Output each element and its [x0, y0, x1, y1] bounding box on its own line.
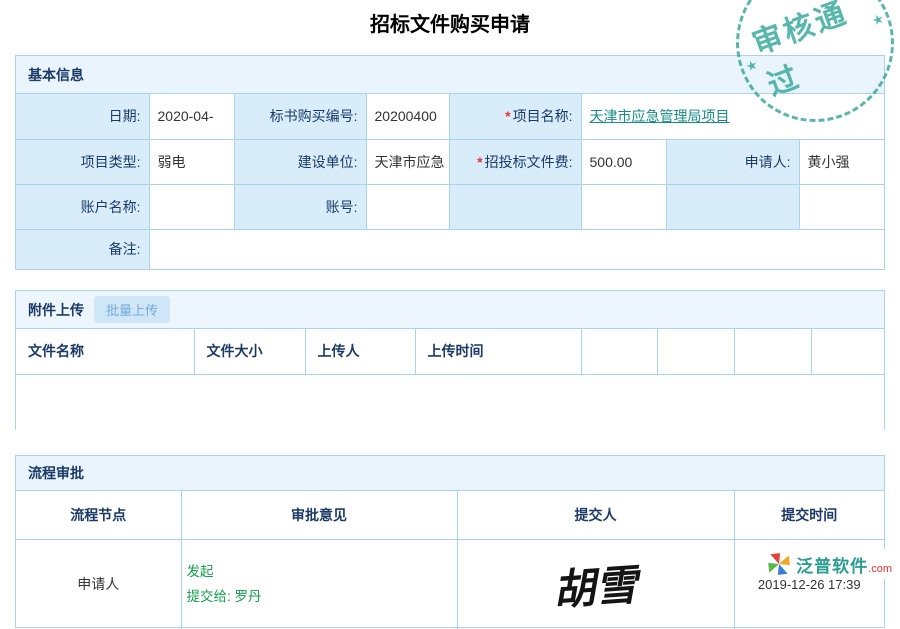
empty-header-cell	[581, 329, 657, 374]
bid-doc-fee-value: 500.00	[581, 139, 666, 184]
date-value: 2020-04-	[149, 94, 234, 139]
project-name-label: *项目名称:	[449, 94, 581, 139]
star-icon: ★	[870, 11, 886, 30]
fanpu-logo-domain: .com	[868, 563, 892, 575]
construction-unit-label: 建设单位:	[234, 139, 366, 184]
remark-label: 备注:	[16, 229, 149, 269]
approval-section-title: 流程审批	[28, 463, 84, 483]
approval-table: 流程节点 审批意见 提交人 提交时间 申请人 发起 提交给: 罗丹 胡雪 201…	[16, 491, 884, 629]
approval-header-row: 流程节点 审批意见 提交人 提交时间	[16, 491, 884, 539]
uploader-header: 上传人	[305, 329, 415, 374]
opinion-submit-to-text: 提交给: 罗丹	[187, 584, 457, 609]
submitter-cell: 胡雪	[457, 539, 734, 629]
project-name-label-text: 项目名称:	[513, 108, 573, 124]
empty-value-cell	[799, 184, 884, 229]
basic-info-section-title: 基本信息	[28, 65, 84, 85]
required-asterisk: *	[505, 108, 510, 124]
date-label: 日期:	[16, 94, 149, 139]
submitter-header: 提交人	[457, 491, 734, 539]
attachments-section: 附件上传 批量上传 文件名称 文件大小 上传人 上传时间	[15, 290, 885, 430]
account-name-value	[149, 184, 234, 229]
batch-upload-button[interactable]: 批量上传	[94, 296, 170, 323]
approval-opinion-header: 审批意见	[181, 491, 457, 539]
construction-unit-value: 天津市应急	[366, 139, 449, 184]
empty-label-cell	[666, 184, 799, 229]
bid-number-label: 标书购买编号:	[234, 94, 366, 139]
approval-opinion-cell: 发起 提交给: 罗丹	[181, 539, 457, 629]
attachments-table: 文件名称 文件大小 上传人 上传时间	[16, 329, 884, 375]
applicant-value: 黄小强	[799, 139, 884, 184]
account-number-label: 账号:	[234, 184, 366, 229]
empty-header-cell	[657, 329, 734, 374]
basic-info-row-remark: 备注:	[16, 229, 884, 269]
basic-info-row-1: 日期: 2020-04- 标书购买编号: 20200400 *项目名称: 天津市…	[16, 94, 884, 139]
upload-time-header: 上传时间	[415, 329, 581, 374]
file-size-header: 文件大小	[194, 329, 305, 374]
bid-doc-fee-label: *招投标文件费:	[449, 139, 581, 184]
basic-info-row-2: 项目类型: 弱电 建设单位: 天津市应急 *招投标文件费: 500.00 申请人…	[16, 139, 884, 184]
empty-header-cell	[811, 329, 884, 374]
attachments-section-header: 附件上传 批量上传	[16, 291, 884, 329]
approval-row: 申请人 发起 提交给: 罗丹 胡雪 2019-12-26 17:39	[16, 539, 884, 629]
stamp-text: 审核通过	[745, 0, 885, 104]
account-number-value	[366, 184, 449, 229]
required-asterisk: *	[477, 154, 482, 170]
attachments-header-row: 文件名称 文件大小 上传人 上传时间	[16, 329, 884, 374]
project-type-value: 弱电	[149, 139, 234, 184]
attachments-section-title: 附件上传	[28, 300, 84, 320]
star-icon: ★	[744, 56, 760, 75]
applicant-label: 申请人:	[666, 139, 799, 184]
empty-label-cell	[449, 184, 581, 229]
account-name-label: 账户名称:	[16, 184, 149, 229]
flow-node-header: 流程节点	[16, 491, 181, 539]
project-type-label: 项目类型:	[16, 139, 149, 184]
bid-doc-fee-label-text: 招投标文件费:	[485, 154, 573, 170]
approval-section: 流程审批 流程节点 审批意见 提交人 提交时间 申请人 发起 提交给: 罗丹 胡…	[15, 455, 885, 628]
file-name-header: 文件名称	[16, 329, 194, 374]
basic-info-row-3: 账户名称: 账号:	[16, 184, 884, 229]
empty-header-cell	[734, 329, 811, 374]
approval-section-header: 流程审批	[16, 456, 884, 491]
fanpu-logo-icon	[766, 551, 792, 577]
empty-value-cell	[581, 184, 666, 229]
project-name-link[interactable]: 天津市应急管理局项目	[590, 108, 730, 124]
bid-number-value: 20200400	[366, 94, 449, 139]
remark-value	[149, 229, 884, 269]
flow-node-cell: 申请人	[16, 539, 181, 629]
submit-time-header: 提交时间	[734, 491, 884, 539]
fanpu-logo: 泛普软件 .com	[764, 549, 894, 579]
basic-info-table: 日期: 2020-04- 标书购买编号: 20200400 *项目名称: 天津市…	[16, 94, 884, 269]
fanpu-logo-text: 泛普软件	[796, 552, 868, 577]
submitter-signature: 胡雪	[551, 551, 639, 618]
opinion-initiate-text: 发起	[187, 559, 457, 584]
attachments-empty-area	[16, 375, 884, 431]
